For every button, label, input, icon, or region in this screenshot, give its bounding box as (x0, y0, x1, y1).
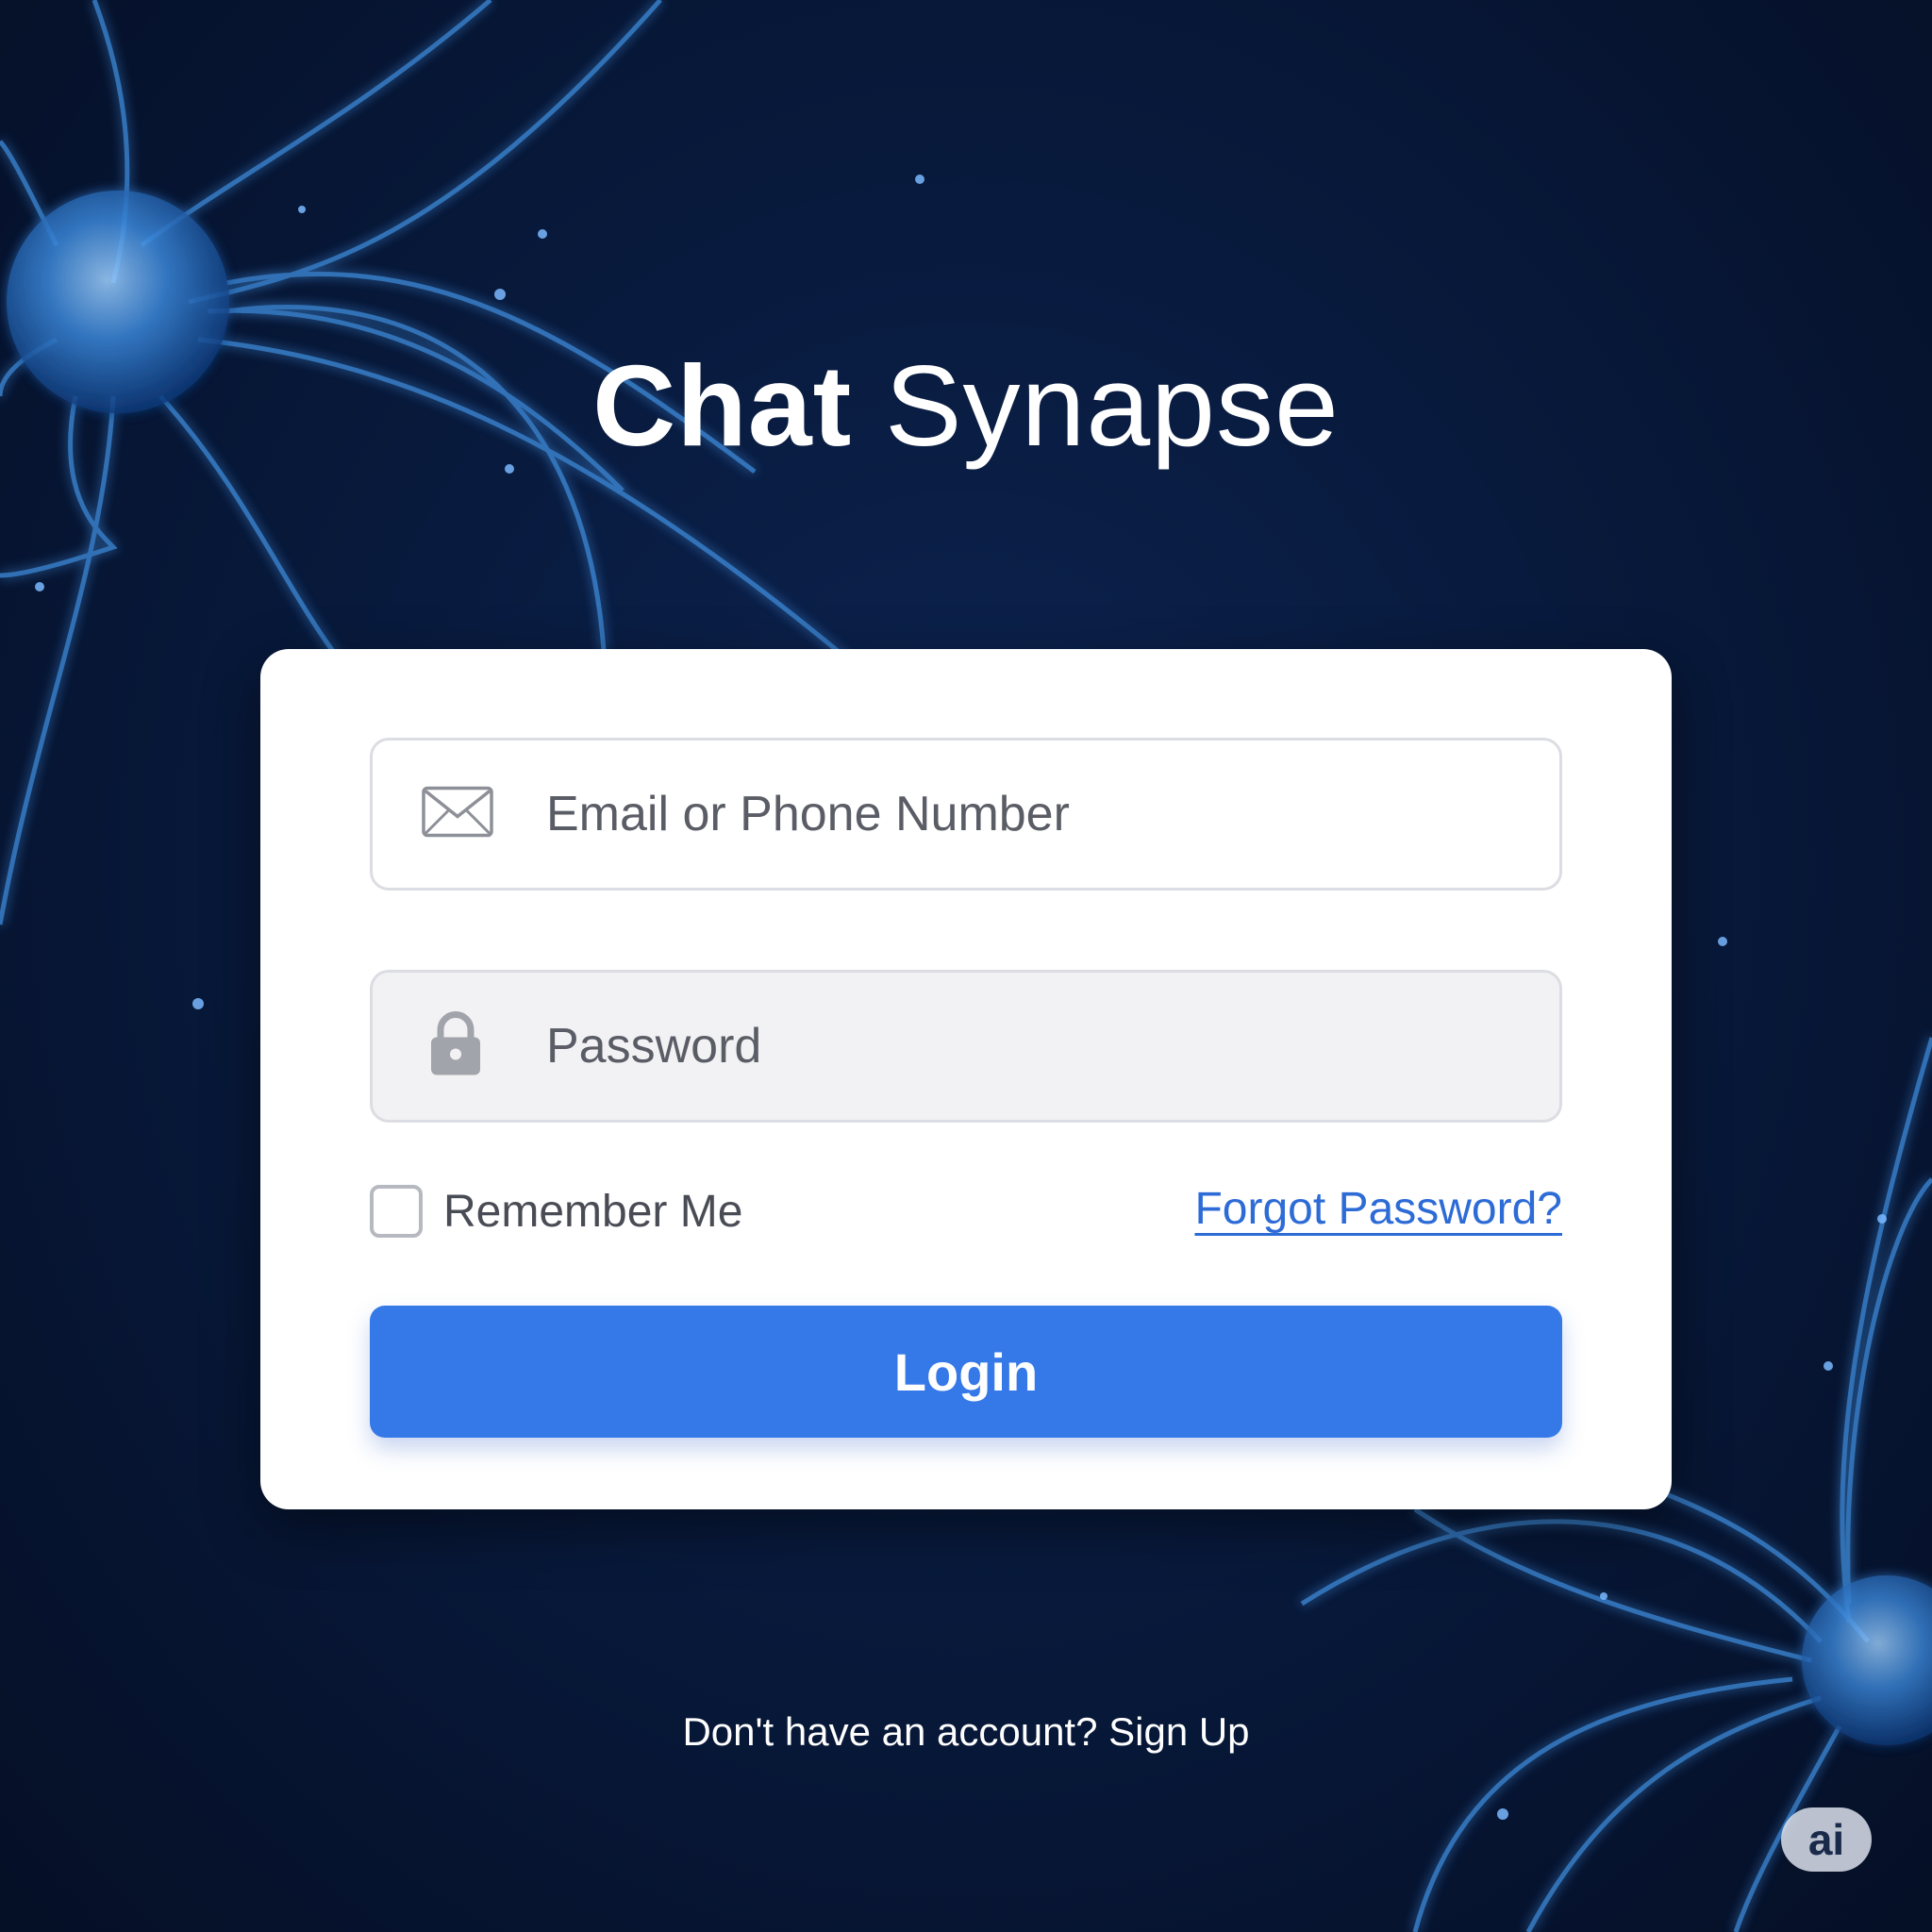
password-placeholder: Password (546, 1019, 762, 1074)
login-card: Email or Phone Number Password Remember … (260, 649, 1672, 1509)
forgot-password-link[interactable]: Forgot Password? (1194, 1183, 1562, 1235)
remember-me[interactable]: Remember Me (370, 1183, 742, 1240)
signup-link[interactable]: Don't have an account? Sign Up (0, 1709, 1932, 1755)
page-title: Chat Synapse (0, 340, 1932, 472)
title-light: Synapse (885, 341, 1340, 470)
title-bold: Chat (592, 341, 853, 470)
email-placeholder: Email or Phone Number (546, 787, 1070, 841)
envelope-icon (422, 786, 493, 842)
email-field[interactable]: Email or Phone Number (370, 738, 1562, 891)
login-button[interactable]: Login (370, 1306, 1562, 1438)
remember-label: Remember Me (443, 1186, 743, 1237)
remember-checkbox[interactable] (370, 1185, 423, 1238)
lock-icon (429, 1011, 482, 1082)
password-field[interactable]: Password (370, 970, 1562, 1123)
ai-badge: ai (1781, 1807, 1872, 1872)
